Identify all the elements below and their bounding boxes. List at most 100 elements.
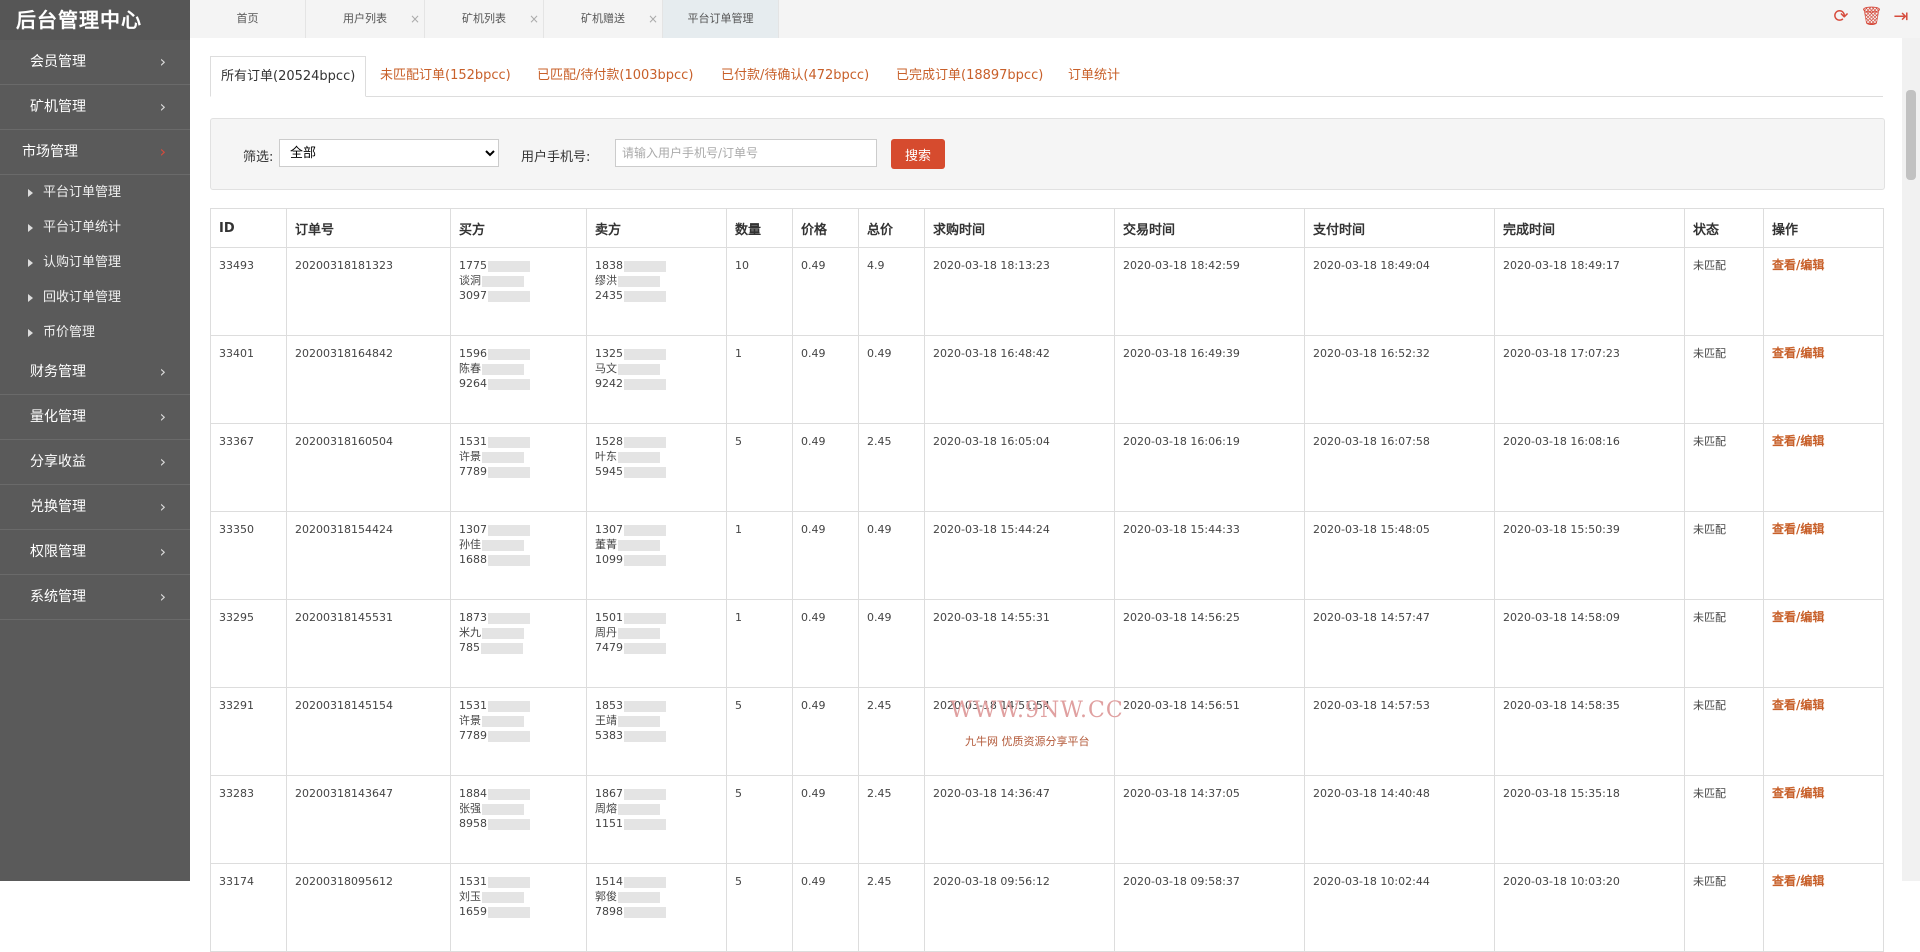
filter-select[interactable]: 全部 (279, 139, 499, 167)
masked-text (618, 363, 660, 375)
tab-miner-gift[interactable]: 矿机赠送 × (544, 0, 663, 38)
sidebar-item-system[interactable]: 系统管理 › (0, 575, 190, 620)
sidebar-item-market[interactable]: 市场管理 › (0, 130, 190, 175)
cell-total: 0.49 (858, 511, 925, 600)
scrollbar-thumb[interactable] (1906, 90, 1916, 180)
cell-price: 0.49 (792, 423, 859, 512)
masked-text (624, 260, 666, 272)
cell-trade-time: 2020-03-18 15:44:33 (1114, 511, 1305, 600)
cell-total: 4.9 (858, 247, 925, 336)
tab-home[interactable]: 首页 (190, 0, 306, 38)
phone-label: 用户手机号: (521, 150, 591, 165)
masked-text (488, 524, 530, 536)
view-edit-link[interactable]: 查看/编辑 (1772, 522, 1824, 536)
col-header: 支付时间 (1304, 208, 1495, 248)
masked-text (488, 906, 530, 918)
tab-user-list[interactable]: 用户列表 × (306, 0, 425, 38)
cell-id: 33367 (210, 423, 287, 512)
masked-text (488, 612, 530, 624)
view-edit-link[interactable]: 查看/编辑 (1772, 786, 1824, 800)
sidebar-item-permissions[interactable]: 权限管理 › (0, 530, 190, 575)
view-edit-link[interactable]: 查看/编辑 (1772, 698, 1824, 712)
cell-price: 0.49 (792, 863, 859, 952)
masked-text (488, 730, 530, 742)
masked-text (624, 876, 666, 888)
logout-icon[interactable]: ⇥ (1890, 6, 1912, 28)
tab-matched-unpaid[interactable]: 已匹配/待付款(1003bpcc) (537, 56, 693, 96)
chevron-right-icon: › (159, 542, 166, 561)
masked-text (488, 260, 530, 272)
view-edit-link[interactable]: 查看/编辑 (1772, 610, 1824, 624)
col-header: 状态 (1684, 208, 1764, 248)
tab-completed-orders[interactable]: 已完成订单(18897bpcc) (896, 56, 1043, 96)
cell-total: 2.45 (858, 863, 925, 952)
cell-status: 未匹配 (1684, 775, 1764, 864)
sidebar-subitem-recycle-orders[interactable]: 回收订单管理 (0, 280, 190, 315)
cell-seller: 1528 叶东 5945 (586, 423, 727, 512)
cell-total: 2.45 (858, 775, 925, 864)
trash-icon[interactable]: 🗑 (1860, 6, 1883, 28)
main-content: 所有订单(20524bpcc) 未匹配订单(152bpcc) 已匹配/待付款(1… (190, 38, 1902, 952)
cell-trade-time: 2020-03-18 16:06:19 (1114, 423, 1305, 512)
masked-text (482, 891, 524, 903)
view-edit-link[interactable]: 查看/编辑 (1772, 258, 1824, 272)
col-header: 订单号 (286, 208, 451, 248)
triangle-right-icon (28, 223, 33, 232)
col-header: 卖方 (586, 208, 727, 248)
masked-text (624, 818, 666, 830)
masked-text (618, 539, 660, 551)
cell-status: 未匹配 (1684, 335, 1764, 424)
view-edit-link[interactable]: 查看/编辑 (1772, 346, 1824, 360)
cell-pay-time: 2020-03-18 18:49:04 (1304, 247, 1495, 336)
tab-all-orders[interactable]: 所有订单(20524bpcc) (210, 56, 367, 97)
watermark-text: WWW.9NW.CC (950, 698, 1124, 723)
sidebar-subitem-platform-stats[interactable]: 平台订单统计 (0, 210, 190, 245)
sidebar-subitem-coin-price[interactable]: 币价管理 (0, 315, 190, 350)
cell-quantity: 5 (726, 775, 793, 864)
cell-done-time: 2020-03-18 14:58:35 (1494, 687, 1685, 776)
tab-unmatched-orders[interactable]: 未匹配订单(152bpcc) (380, 56, 511, 96)
sidebar-item-share-income[interactable]: 分享收益 › (0, 440, 190, 485)
masked-text (624, 788, 666, 800)
cell-id: 33291 (210, 687, 287, 776)
tab-order-stats[interactable]: 订单统计 (1068, 56, 1120, 96)
cell-action: 查看/编辑 (1763, 687, 1884, 776)
tab-miner-list[interactable]: 矿机列表 × (425, 0, 544, 38)
masked-text (488, 554, 530, 566)
sidebar-subitem-platform-orders[interactable]: 平台订单管理 (0, 175, 190, 210)
cell-trade-time: 2020-03-18 16:49:39 (1114, 335, 1305, 424)
masked-text (488, 700, 530, 712)
sidebar-item-quant[interactable]: 量化管理 › (0, 395, 190, 440)
masked-text (624, 612, 666, 624)
chevron-right-icon: › (159, 52, 166, 71)
view-edit-link[interactable]: 查看/编辑 (1772, 434, 1824, 448)
cell-trade-time: 2020-03-18 18:42:59 (1114, 247, 1305, 336)
refresh-icon[interactable]: ⟳ (1830, 6, 1852, 28)
sidebar-item-exchange[interactable]: 兑换管理 › (0, 485, 190, 530)
cell-done-time: 2020-03-18 18:49:17 (1494, 247, 1685, 336)
tab-paid-unconfirmed[interactable]: 已付款/待确认(472bpcc) (721, 56, 869, 96)
brand-title: 后台管理中心 (0, 0, 190, 40)
sidebar-item-finance[interactable]: 财务管理 › (0, 350, 190, 395)
cell-order-no: 20200318160504 (286, 423, 451, 512)
cell-action: 查看/编辑 (1763, 511, 1884, 600)
masked-text (488, 818, 530, 830)
sidebar-item-miners[interactable]: 矿机管理 › (0, 85, 190, 130)
triangle-right-icon (28, 293, 33, 302)
col-header: 价格 (792, 208, 859, 248)
view-edit-link[interactable]: 查看/编辑 (1772, 874, 1824, 888)
phone-search-input[interactable] (615, 139, 877, 167)
close-icon[interactable]: × (648, 0, 658, 38)
close-icon[interactable]: × (410, 0, 420, 38)
search-button[interactable]: 搜索 (891, 139, 945, 169)
masked-text (482, 715, 524, 727)
table-row: 33174 20200318095612 1531 刘玉 1659 1514 郭俊… (210, 863, 1884, 952)
cell-request-time: 2020-03-18 14:36:47 (924, 775, 1115, 864)
cell-buyer: 1596 陈春 9264 (450, 335, 587, 424)
close-icon[interactable]: × (529, 0, 539, 38)
sidebar-subitem-subscription-orders[interactable]: 认购订单管理 (0, 245, 190, 280)
vertical-scrollbar[interactable] (1902, 38, 1920, 881)
sidebar-item-members[interactable]: 会员管理 › (0, 40, 190, 85)
tab-platform-orders[interactable]: 平台订单管理 (663, 0, 779, 38)
cell-price: 0.49 (792, 511, 859, 600)
